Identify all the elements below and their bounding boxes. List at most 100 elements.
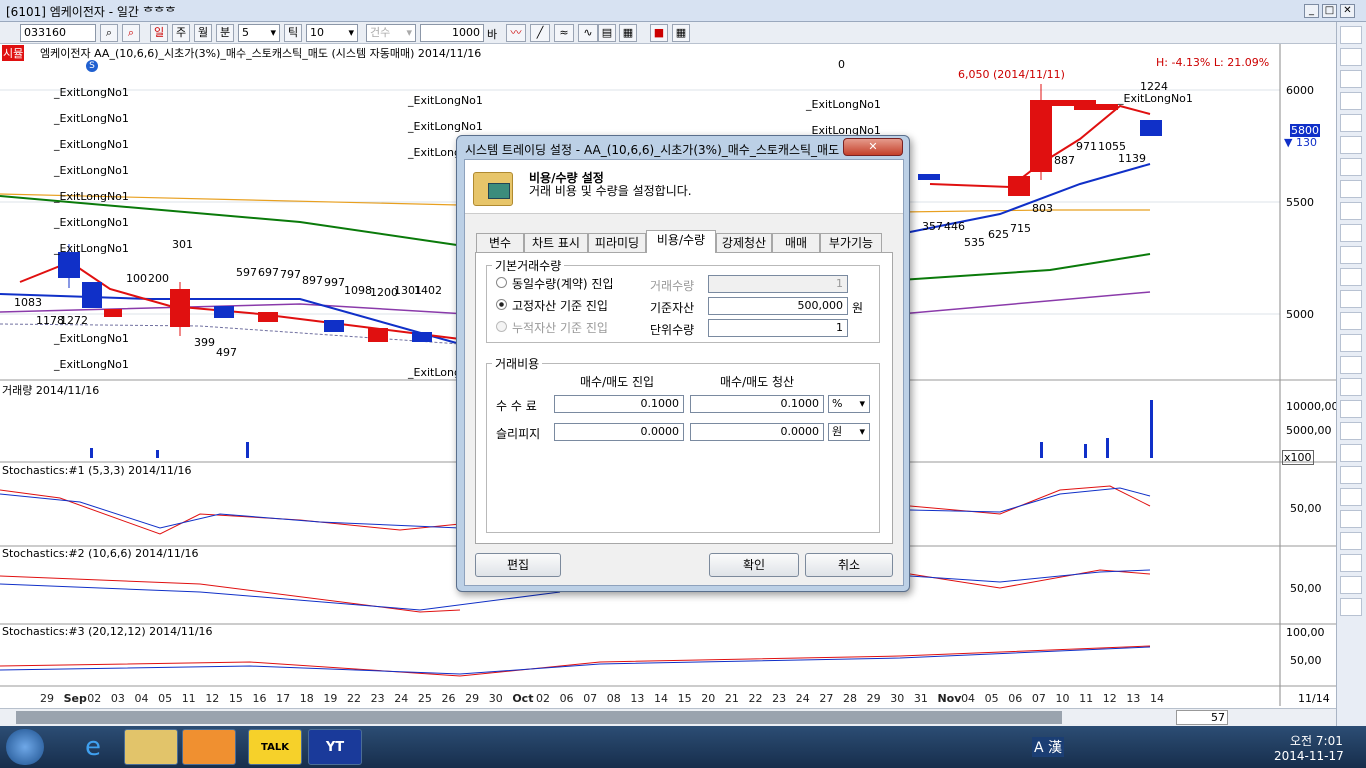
- dialog-close-button[interactable]: ✕: [843, 138, 903, 156]
- signal-label: 971: [1076, 140, 1097, 153]
- asset-field[interactable]: 500,000: [708, 297, 848, 315]
- tab-pyramiding[interactable]: 피라미딩: [588, 233, 646, 252]
- tool-icon[interactable]: [1340, 48, 1362, 66]
- stock-code-input[interactable]: 033160: [20, 24, 96, 42]
- scroll-count-input[interactable]: 57: [1176, 710, 1228, 725]
- qty-field[interactable]: 1: [708, 275, 848, 293]
- tool-icon[interactable]: [1340, 180, 1362, 198]
- exit-signal-label: _ExitLongNo1: [54, 332, 129, 345]
- fee-unit-select[interactable]: % ▾: [828, 395, 870, 413]
- chevron-down-icon: ▾: [348, 26, 354, 39]
- tab-trade[interactable]: 매매: [772, 233, 820, 252]
- unit-field[interactable]: 1: [708, 319, 848, 337]
- slippage-exit-field[interactable]: 0.0000: [690, 423, 824, 441]
- tool-icon[interactable]: [1340, 378, 1362, 396]
- tool-icon[interactable]: [1340, 466, 1362, 484]
- tick-select[interactable]: 10 ▾: [306, 24, 358, 42]
- tool-icon[interactable]: [1340, 334, 1362, 352]
- find-icon[interactable]: ⌕: [122, 24, 140, 42]
- ie-icon[interactable]: e: [66, 729, 120, 765]
- tool-icon[interactable]: [1340, 246, 1362, 264]
- ok-button[interactable]: 확인: [709, 553, 799, 577]
- count-select[interactable]: 건수 ▾: [366, 24, 416, 42]
- tool-icon[interactable]: [1340, 114, 1362, 132]
- indicator-icon[interactable]: ≈: [554, 24, 574, 42]
- media-player-icon[interactable]: [182, 729, 236, 765]
- clock-time[interactable]: 오전 7:01: [1290, 732, 1343, 749]
- tool-icon[interactable]: [1340, 576, 1362, 594]
- fee-exit-field[interactable]: 0.1000: [690, 395, 824, 413]
- tool-icon[interactable]: [1340, 70, 1362, 88]
- dialog-header: 비용/수량 설정 거래 비용 및 수량을 설정합니다.: [465, 160, 903, 214]
- tool-icon[interactable]: [1340, 136, 1362, 154]
- close-button[interactable]: ✕: [1340, 4, 1355, 18]
- overlay-icon[interactable]: ∿: [578, 24, 598, 42]
- tool-icon[interactable]: [1340, 26, 1362, 44]
- trend-icon[interactable]: 〰: [506, 24, 526, 42]
- cancel-button[interactable]: 취소: [805, 553, 893, 577]
- x-axis-label: 27: [819, 692, 834, 705]
- tool-icon[interactable]: [1340, 92, 1362, 110]
- explorer-icon[interactable]: [124, 729, 178, 765]
- kakaotalk-icon[interactable]: TALK: [248, 729, 302, 765]
- count-input[interactable]: 1000: [420, 24, 484, 42]
- ime-indicator[interactable]: A 漢: [1032, 737, 1065, 757]
- calendar-icon[interactable]: ▦: [619, 24, 637, 42]
- tool-icon[interactable]: [1340, 488, 1362, 506]
- x-axis-label: 13: [1126, 692, 1141, 705]
- stoch3-axis-label: 50,00: [1290, 654, 1322, 667]
- tool-icon[interactable]: [1340, 268, 1362, 286]
- period-week-button[interactable]: 주: [172, 24, 190, 42]
- minute-select[interactable]: 5 ▾: [238, 24, 280, 42]
- tool-icon[interactable]: [1340, 224, 1362, 242]
- fee-entry-field[interactable]: 0.1000: [554, 395, 684, 413]
- radio-cumulative-asset[interactable]: 누적자산 기준 진입: [496, 319, 636, 335]
- tool-icon[interactable]: [1340, 422, 1362, 440]
- grid-icon[interactable]: ▦: [672, 24, 690, 42]
- tool-icon[interactable]: [1340, 356, 1362, 374]
- clock-date[interactable]: 2014-11-17: [1274, 749, 1344, 763]
- tool-icon[interactable]: [1340, 312, 1362, 330]
- exit-signal-label: _ExitLongNo1: [54, 164, 129, 177]
- chart-scrollbar[interactable]: 57: [0, 708, 1336, 726]
- tool-icon[interactable]: [1340, 158, 1362, 176]
- x-axis-label: 12: [205, 692, 220, 705]
- scroll-thumb[interactable]: [16, 711, 1062, 724]
- tool-icon[interactable]: [1340, 202, 1362, 220]
- start-button[interactable]: [6, 729, 44, 765]
- slippage-entry-field[interactable]: 0.0000: [554, 423, 684, 441]
- search-icon[interactable]: ⌕: [100, 24, 118, 42]
- settings-icon[interactable]: ▤: [598, 24, 616, 42]
- tool-icon[interactable]: [1340, 510, 1362, 528]
- tab-cost-quantity[interactable]: 비용/수량: [646, 230, 716, 253]
- tab-variables[interactable]: 변수: [476, 233, 524, 252]
- tab-chart-display[interactable]: 차트 표시: [524, 233, 588, 252]
- edit-button[interactable]: 편집: [475, 553, 561, 577]
- period-minute-button[interactable]: 분: [216, 24, 234, 42]
- radio-same-quantity[interactable]: 동일수량(계약) 진입: [496, 275, 636, 291]
- tool-icon[interactable]: [1340, 444, 1362, 462]
- tool-icon[interactable]: [1340, 290, 1362, 308]
- period-day-button[interactable]: 일: [150, 24, 168, 42]
- tool-icon[interactable]: [1340, 400, 1362, 418]
- x-axis-label: 19: [323, 692, 338, 705]
- dialog-title: 시스템 트레이딩 설정 - AA_(10,6,6)_시초가(3%)_매수_스토캐…: [465, 143, 840, 157]
- restore-button[interactable]: □: [1322, 4, 1337, 18]
- radio-fixed-asset[interactable]: 고정자산 기준 진입: [496, 297, 636, 313]
- slippage-unit-select[interactable]: 원 ▾: [828, 423, 870, 441]
- radio-selected-icon: [496, 299, 507, 310]
- folder-icon: [473, 172, 513, 206]
- tab-forced-exit[interactable]: 강제청산: [716, 233, 772, 252]
- order-icon[interactable]: ■: [650, 24, 668, 42]
- minimize-button[interactable]: _: [1304, 4, 1319, 18]
- tool-icon[interactable]: [1340, 598, 1362, 616]
- tab-extras[interactable]: 부가기능: [820, 233, 882, 252]
- tool-icon[interactable]: [1340, 554, 1362, 572]
- trading-app-icon[interactable]: YT: [308, 729, 362, 765]
- period-month-button[interactable]: 월: [194, 24, 212, 42]
- period-tick-button[interactable]: 틱: [284, 24, 302, 42]
- tool-icon[interactable]: [1340, 532, 1362, 550]
- line-chart-icon[interactable]: ╱: [530, 24, 550, 42]
- window-titlebar: [6101] 엠케이전자 - 일간 ᄒᄒᄒ _ □ ✕: [0, 0, 1366, 22]
- exit-signal-label: _ExitLongNo1: [54, 190, 129, 203]
